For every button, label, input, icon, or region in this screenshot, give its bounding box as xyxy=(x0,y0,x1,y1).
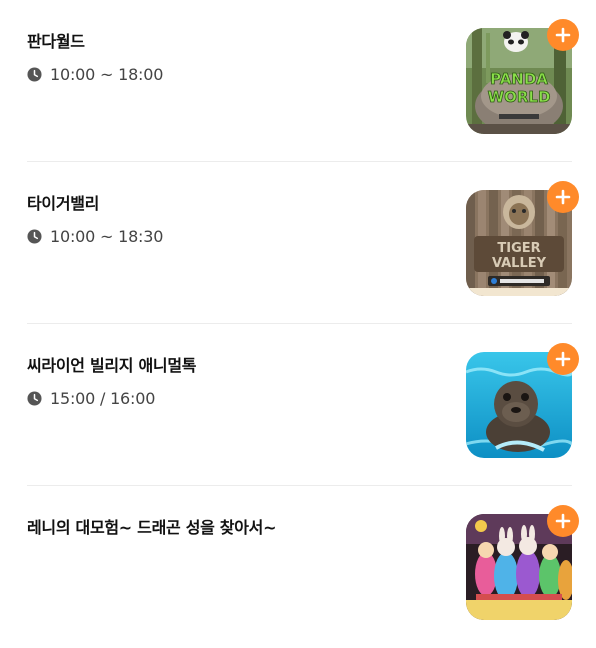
add-button[interactable] xyxy=(547,343,579,375)
clock-icon xyxy=(27,228,42,244)
item-title: 씨라이언 빌리지 애니멀톡 xyxy=(27,356,197,375)
clock-icon xyxy=(27,66,42,82)
plus-icon xyxy=(555,513,571,529)
list-item[interactable]: 씨라이언 빌리지 애니멀톡 15:00 / 16:00 xyxy=(27,324,579,486)
add-button[interactable] xyxy=(547,19,579,51)
plus-icon xyxy=(555,189,571,205)
list-item[interactable]: 레니의 대모험~ 드래곤 성을 찾아서~ xyxy=(27,486,579,648)
item-title: 레니의 대모험~ 드래곤 성을 찾아서~ xyxy=(27,518,277,537)
list-item[interactable]: 타이거밸리 10:00 ~ 18:30 TIGER VALLEY xyxy=(27,162,579,324)
item-title: 타이거밸리 xyxy=(27,194,100,213)
list-item[interactable]: 판다월드 10:00 ~ 18:00 PANDA WORLD xyxy=(27,0,579,162)
time-row: 10:00 ~ 18:00 xyxy=(27,63,163,85)
clock-icon xyxy=(27,390,42,406)
time-row: 10:00 ~ 18:30 xyxy=(27,225,163,247)
plus-icon xyxy=(555,27,571,43)
item-time: 15:00 / 16:00 xyxy=(50,388,156,408)
item-time: 10:00 ~ 18:00 xyxy=(50,64,164,84)
svg-text:TIGER: TIGER xyxy=(497,241,540,256)
svg-text:PANDA: PANDA xyxy=(490,70,548,88)
plus-icon xyxy=(555,351,571,367)
item-time: 10:00 ~ 18:30 xyxy=(50,226,164,246)
svg-text:WORLD: WORLD xyxy=(488,88,551,106)
schedule-list: 판다월드 10:00 ~ 18:00 PANDA WORLD 타이거밸리 10:… xyxy=(0,0,596,629)
add-button[interactable] xyxy=(547,505,579,537)
item-title: 판다월드 xyxy=(27,32,85,51)
time-row: 15:00 / 16:00 xyxy=(27,387,155,409)
add-button[interactable] xyxy=(547,181,579,213)
svg-text:VALLEY: VALLEY xyxy=(492,256,547,271)
